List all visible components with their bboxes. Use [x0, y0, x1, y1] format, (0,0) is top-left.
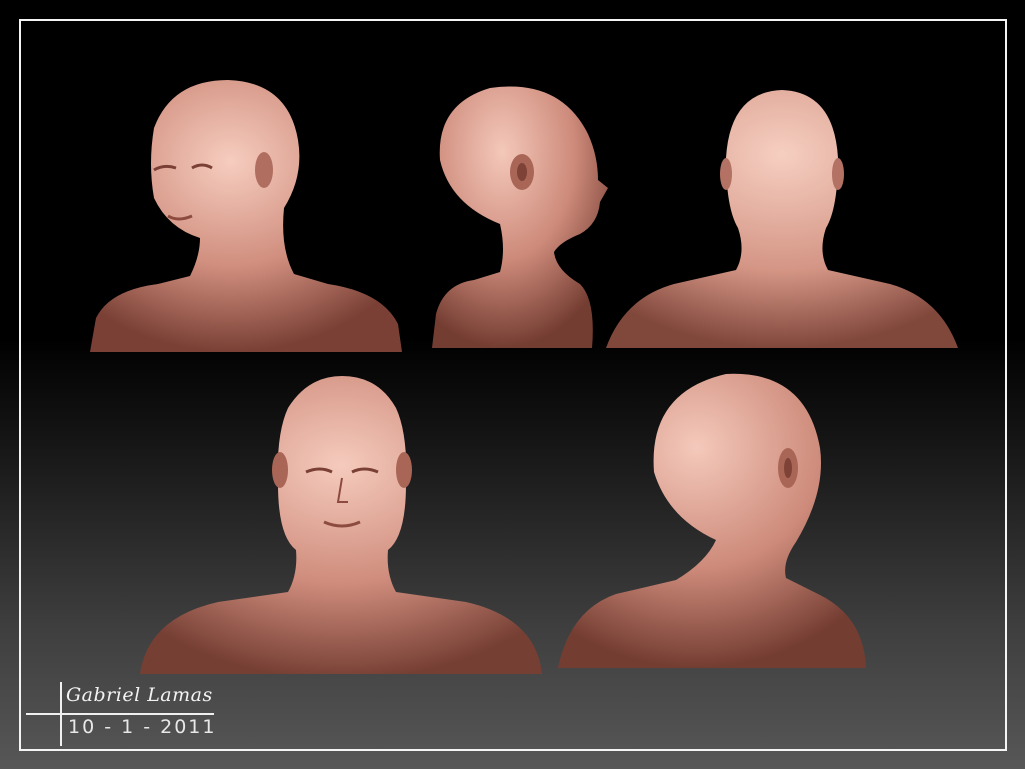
artist-signature: Gabriel Lamas 10 - 1 - 2011 — [22, 676, 222, 756]
bust-three-quarter-front — [88, 78, 404, 354]
bust-three-quarter-front-graphic — [90, 80, 402, 352]
signature-horizontal-line — [26, 713, 214, 715]
render-sheet: Gabriel Lamas 10 - 1 - 2011 — [0, 0, 1025, 769]
bust-back-graphic — [606, 90, 958, 348]
bust-side-profile — [430, 84, 612, 350]
signature-name: Gabriel Lamas — [66, 684, 213, 706]
signature-date: 10 - 1 - 2011 — [68, 716, 217, 738]
bust-three-quarter-back — [556, 372, 870, 670]
bust-front — [138, 374, 544, 676]
bust-back — [604, 88, 960, 350]
bust-front-graphic — [140, 376, 542, 674]
bust-side-profile-graphic — [432, 86, 608, 348]
bust-three-quarter-back-graphic — [558, 373, 866, 668]
